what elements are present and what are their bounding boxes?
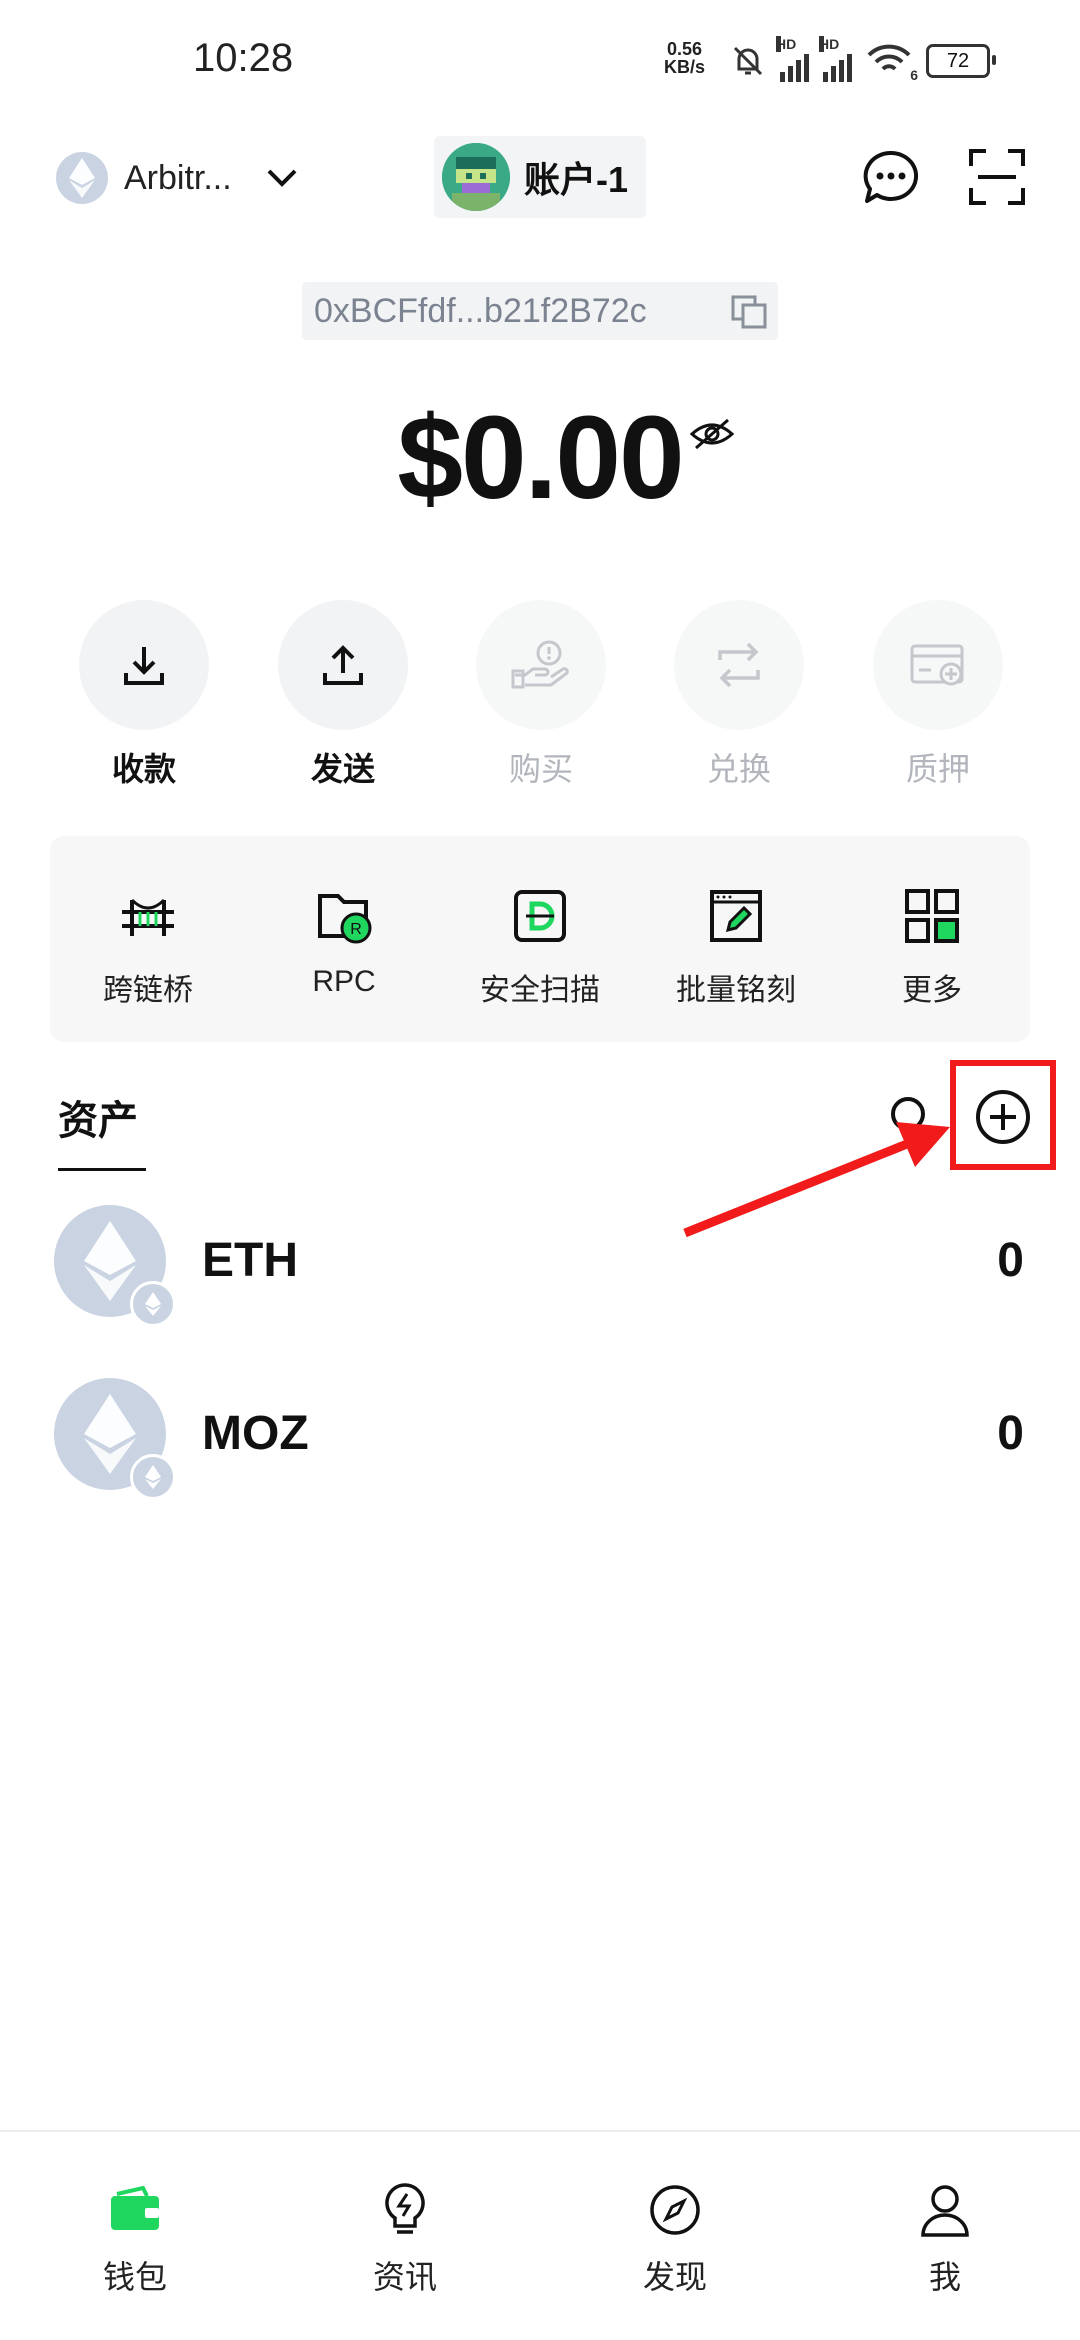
discover-icon — [650, 2185, 700, 2235]
annotation-arrow — [683, 1122, 950, 1238]
token-symbol: MOZ — [202, 1407, 309, 1460]
nav-news[interactable]: 资讯 — [320, 2180, 490, 2298]
nav-discover-label: 发现 — [642, 2259, 707, 2295]
nav-discover[interactable]: 发现 — [590, 2180, 760, 2298]
token-amount: 0 — [997, 1234, 1024, 1287]
news-icon — [385, 2183, 425, 2234]
nav-news-label: 资讯 — [372, 2259, 437, 2295]
nav-profile-label: 我 — [928, 2259, 961, 2295]
wallet-icon — [111, 2186, 159, 2230]
profile-icon — [921, 2185, 969, 2237]
nav-wallet-label: 钱包 — [102, 2259, 167, 2295]
asset-row-moz[interactable]: MOZ 0 — [54, 1378, 1030, 1500]
nav-wallet[interactable]: 钱包 — [50, 2180, 220, 2298]
chain-badge-icon — [130, 1281, 176, 1327]
nav-profile[interactable]: 我 — [860, 2180, 1030, 2298]
asset-row-eth[interactable]: ETH 0 — [54, 1205, 1030, 1327]
token-symbol: ETH — [202, 1234, 298, 1287]
token-amount: 0 — [997, 1407, 1024, 1460]
chain-badge-icon — [130, 1454, 176, 1500]
bottom-nav-divider — [0, 2130, 1080, 2132]
